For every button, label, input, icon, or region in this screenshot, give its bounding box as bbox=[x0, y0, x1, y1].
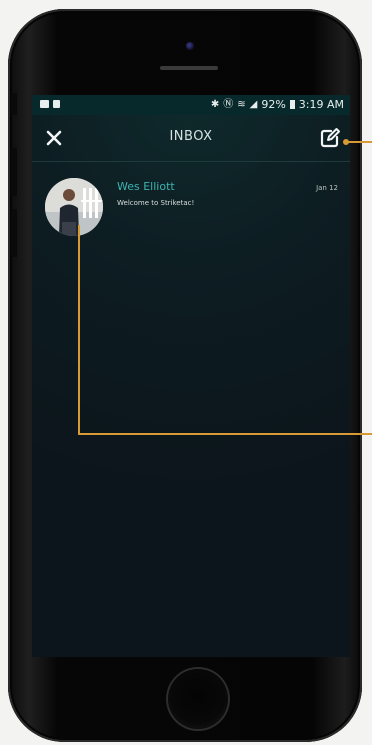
signal-icon: ◢ bbox=[249, 98, 258, 110]
compose-button[interactable] bbox=[318, 126, 342, 150]
status-right-icons: ✱ Ⓝ ≋ ◢ 92% 3:19 AM bbox=[211, 98, 344, 111]
compose-callout-line bbox=[348, 141, 372, 143]
page-title: INBOX bbox=[169, 129, 213, 144]
compose-icon bbox=[320, 128, 340, 148]
battery-icon bbox=[289, 100, 295, 109]
avatar bbox=[45, 178, 103, 236]
bluetooth-icon: ✱ bbox=[210, 98, 220, 110]
status-bar: ✱ Ⓝ ≋ ◢ 92% 3:19 AM bbox=[32, 95, 350, 115]
message-preview: Welcome to Striketac! bbox=[117, 199, 195, 207]
image-notification-icon bbox=[40, 100, 49, 108]
file-notification-icon bbox=[53, 100, 60, 108]
volume-down-button bbox=[11, 209, 17, 257]
battery-percent: 92% bbox=[261, 98, 286, 111]
inbox-header: INBOX bbox=[32, 115, 350, 162]
wifi-icon: ≋ bbox=[237, 98, 246, 110]
nfc-icon: Ⓝ bbox=[223, 98, 234, 110]
home-button[interactable] bbox=[168, 669, 228, 729]
person-photo-icon bbox=[45, 178, 103, 236]
avatar-callout-vertical bbox=[78, 225, 80, 434]
message-date: Jan 12 bbox=[316, 184, 338, 192]
clock: 3:19 AM bbox=[298, 98, 344, 111]
avatar-callout-horizontal bbox=[78, 433, 372, 435]
mute-switch bbox=[11, 93, 17, 115]
earpiece-speaker bbox=[160, 66, 218, 70]
volume-up-button bbox=[11, 148, 17, 196]
front-camera bbox=[186, 42, 194, 50]
message-sender: Wes Elliott bbox=[117, 180, 175, 193]
device-mockup: ✱ Ⓝ ≋ ◢ 92% 3:19 AM INBOX Wes Elliott We… bbox=[0, 0, 372, 745]
status-left-icons bbox=[40, 100, 60, 108]
